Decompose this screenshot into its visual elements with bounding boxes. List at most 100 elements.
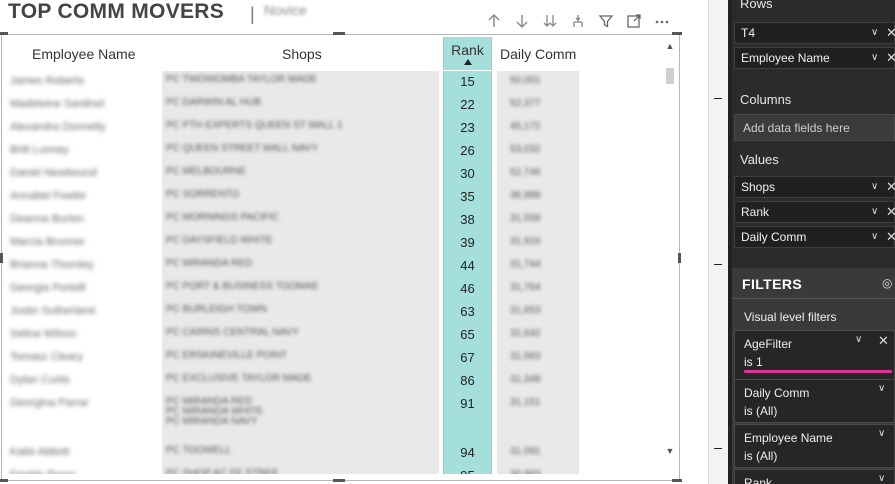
rank-cell: 65 bbox=[443, 324, 492, 347]
daily-comm-cell: 31,151 bbox=[510, 397, 541, 408]
column-header-employee-name[interactable]: Employee Name bbox=[32, 37, 162, 70]
table-row[interactable]: Marcia Brunner PC DAYSFIELD WHITE 39 31,916 bbox=[4, 232, 579, 255]
filter-card-rank[interactable]: Rank ∨ bbox=[734, 469, 895, 484]
employee-name-cell: Alexandra Donnelly bbox=[10, 121, 106, 133]
filter-active-indicator bbox=[744, 370, 892, 373]
table-row[interactable]: Georgina Parrar PC MIRANDA RED PC MIRANDA… bbox=[4, 393, 579, 442]
pane-collapse-strip[interactable] bbox=[708, 0, 728, 484]
focus-mode-icon[interactable] bbox=[620, 10, 648, 32]
vertical-scrollbar[interactable]: ▲ ▼ bbox=[664, 40, 676, 460]
rank-cell: 22 bbox=[443, 94, 492, 117]
scrollbar-thumb[interactable] bbox=[666, 68, 674, 84]
view-icon[interactable]: ◎ bbox=[882, 276, 892, 290]
table-row[interactable]: Brianna Thornley PC MIRANDA RED 44 31,744 bbox=[4, 255, 579, 278]
chevron-down-icon[interactable]: ∨ bbox=[871, 206, 878, 217]
table-row[interactable]: Katie Abbott PC TOOWELL 94 31,091 bbox=[4, 442, 579, 465]
resize-handle[interactable] bbox=[333, 479, 345, 482]
table-row[interactable]: Georgia Portelli PC PORT & BUSINESS TOOMA… bbox=[4, 278, 579, 301]
shops-cell: PC SHOP AC FE STREE bbox=[166, 468, 279, 475]
filters-pane: FILTERS ◎ Visual level filters AgeFilter… bbox=[732, 268, 895, 484]
filter-name: Rank bbox=[744, 476, 773, 484]
table-row[interactable]: Deanna Burton PC MORNINGS PACIFIC 38 31,558 bbox=[4, 209, 579, 232]
values-field-daily-comm[interactable]: Daily Comm ∨ ✕ bbox=[734, 226, 895, 248]
columns-drop-zone[interactable]: Add data fields here bbox=[734, 114, 895, 141]
remove-field-icon[interactable]: ✕ bbox=[886, 229, 895, 245]
rows-field-employee-name[interactable]: Employee Name ∨ ✕ bbox=[734, 47, 895, 69]
column-header-rank[interactable]: Rank bbox=[443, 37, 492, 70]
scroll-down-icon[interactable]: ▼ bbox=[664, 445, 676, 457]
daily-comm-cell: 31,642 bbox=[510, 328, 541, 339]
daily-comm-cell: 31,916 bbox=[510, 236, 541, 247]
resize-handle[interactable] bbox=[672, 479, 682, 482]
title-separator: | bbox=[250, 4, 255, 24]
chevron-down-icon[interactable]: ∨ bbox=[855, 334, 862, 345]
remove-field-icon[interactable]: ✕ bbox=[886, 179, 895, 195]
table-row[interactable]: Justin Sutherland PC BURLEIGH TOWN 63 31,65… bbox=[4, 301, 579, 324]
rows-field-t4[interactable]: T4 ∨ ✕ bbox=[734, 22, 895, 44]
values-field-rank[interactable]: Rank ∨ ✕ bbox=[734, 201, 895, 223]
table-row[interactable]: Dylan Curtis PC EXCLUSIVE TAYLOR MADE 86 31… bbox=[4, 370, 579, 393]
resize-handle[interactable] bbox=[672, 32, 682, 35]
table-row[interactable]: Daniel Newbound PC MELBOURNE 30 52,746 bbox=[4, 163, 579, 186]
resize-handle[interactable] bbox=[0, 479, 8, 482]
employee-name-cell: Justin Sutherland bbox=[10, 305, 95, 317]
chevron-down-icon[interactable]: ∨ bbox=[871, 52, 878, 63]
table-row[interactable]: Freddy Pryce PC SHOP AC FE STREE 95 30,983 bbox=[4, 465, 579, 474]
visual-subtitle-blurred: Novice bbox=[264, 2, 307, 18]
table-row[interactable]: Tomasz Cleary PC ERSKINEVILLE POINT 67 31,5… bbox=[4, 347, 579, 370]
remove-field-icon[interactable]: ✕ bbox=[886, 25, 895, 41]
employee-name-cell: Georgina Parrar bbox=[10, 397, 89, 409]
shops-cell: PC DAYSFIELD WHITE bbox=[166, 235, 273, 246]
employee-name-cell: Brianna Thornley bbox=[10, 259, 94, 271]
table-row[interactable]: Britt Lunney PC QUEEN STREET MALL NAVY 26 5… bbox=[4, 140, 579, 163]
resize-handle[interactable] bbox=[333, 32, 345, 35]
column-header-daily-comm[interactable]: Daily Comm bbox=[500, 37, 582, 70]
rank-cell: 91 bbox=[443, 393, 492, 442]
table-row[interactable]: Annabel Fowler PC SORRENTO 35 36,989 bbox=[4, 186, 579, 209]
chevron-down-icon[interactable]: ∨ bbox=[871, 181, 878, 192]
sort-ascending-icon bbox=[463, 59, 472, 65]
table-row[interactable]: Selina Wilson PC CAIRNS CENTRAL NAVY 65 31,… bbox=[4, 324, 579, 347]
chevron-down-icon[interactable]: ∨ bbox=[878, 428, 885, 439]
remove-field-icon[interactable]: ✕ bbox=[886, 204, 895, 220]
table-row[interactable]: Madeleine Sardinel PC DARWIN AL HUB 22 52,3… bbox=[4, 94, 579, 117]
filter-card-employee-name[interactable]: Employee Name is (All) ∨ bbox=[734, 424, 895, 468]
expand-all-down-icon[interactable] bbox=[536, 10, 564, 32]
more-options-icon[interactable] bbox=[648, 10, 676, 32]
filters-title: FILTERS bbox=[742, 276, 803, 292]
resize-handle[interactable] bbox=[0, 253, 3, 263]
field-label: Employee Name bbox=[741, 51, 830, 65]
divider bbox=[732, 298, 895, 299]
chevron-down-icon[interactable]: ∨ bbox=[871, 27, 878, 38]
chevron-down-icon[interactable]: ∨ bbox=[878, 383, 885, 394]
column-header-shops[interactable]: Shops bbox=[282, 37, 362, 70]
daily-comm-cell: 31,764 bbox=[510, 282, 541, 293]
remove-field-icon[interactable]: ✕ bbox=[886, 50, 895, 66]
expand-hierarchy-icon[interactable] bbox=[564, 10, 592, 32]
rank-cell: 39 bbox=[443, 232, 492, 255]
values-field-shops[interactable]: Shops ∨ ✕ bbox=[734, 176, 895, 198]
table-row[interactable]: Alexandra Donnelly PC PTH EXPERTS QUEEN S… bbox=[4, 117, 579, 140]
shops-cell: PC TOOWELL bbox=[166, 445, 232, 456]
resize-handle[interactable] bbox=[0, 32, 8, 35]
field-label: Shops bbox=[741, 180, 776, 194]
scroll-up-icon[interactable]: ▲ bbox=[664, 40, 676, 52]
clear-filter-icon[interactable]: ✕ bbox=[878, 333, 889, 349]
chevron-down-icon[interactable]: ∨ bbox=[878, 473, 885, 484]
table-row[interactable]: James Roberts PC TWOWOMBA TAYLOR MADE 15 50… bbox=[4, 71, 579, 94]
shops-cell: PC MELBOURNE bbox=[166, 166, 247, 177]
employee-name-cell: Georgia Portelli bbox=[10, 282, 86, 294]
daily-comm-cell: 30,983 bbox=[510, 469, 570, 474]
resize-handle[interactable] bbox=[678, 253, 681, 263]
shops-cell: PC CAIRNS CENTRAL NAVY bbox=[166, 327, 299, 338]
filter-card-agefilter[interactable]: AgeFilter is 1 ∨ ✕ bbox=[734, 330, 895, 380]
filter-value: is 1 bbox=[744, 355, 763, 369]
employee-name-cell: Katie Abbott bbox=[10, 446, 70, 458]
chevron-down-icon[interactable]: ∨ bbox=[871, 231, 878, 242]
filter-card-daily-comm[interactable]: Daily Comm is (All) ∨ bbox=[734, 379, 895, 423]
daily-comm-cell: 52,377 bbox=[510, 98, 541, 109]
daily-comm-cell: 31,744 bbox=[510, 259, 541, 270]
drill-down-icon[interactable] bbox=[508, 10, 536, 32]
drill-up-icon[interactable] bbox=[480, 10, 508, 32]
filter-icon[interactable] bbox=[592, 10, 620, 32]
